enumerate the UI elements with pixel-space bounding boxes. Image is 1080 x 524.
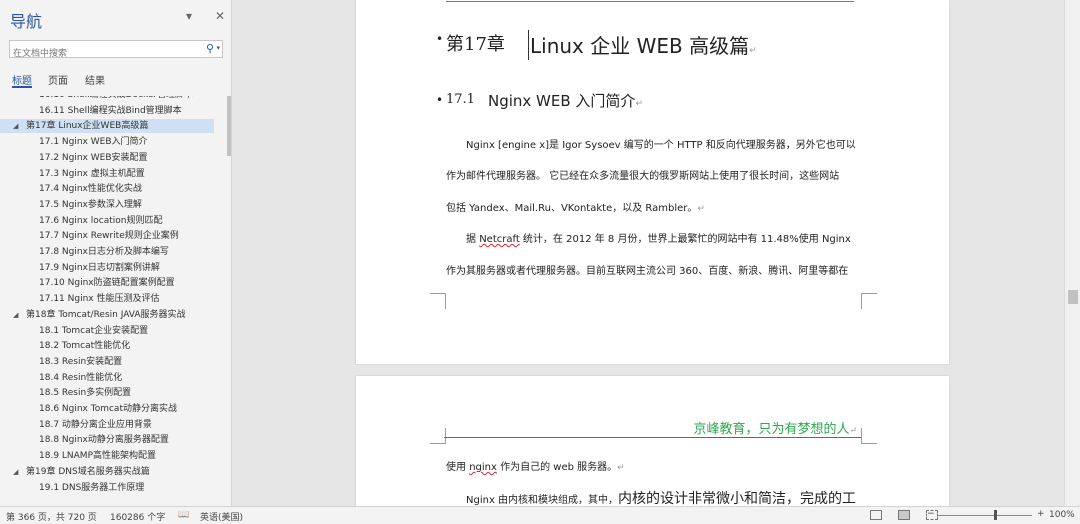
- nav-pane-title: 导航: [10, 12, 43, 31]
- page-count[interactable]: 第 366 页，共 720 页: [6, 510, 97, 523]
- margin-corner-mark: [430, 428, 446, 444]
- collapse-arrow-icon[interactable]: ◢: [13, 308, 18, 322]
- status-bar: 第 366 页，共 720 页 160286 个字 📖 英语(美国) − + 1…: [0, 506, 1080, 524]
- body-paragraph[interactable]: 作为邮件代理服务器。 它已经在众多流量很大的俄罗斯网站上使用了很长时间，这些网站: [446, 167, 861, 182]
- nav-scroll-thumb[interactable]: [227, 96, 231, 156]
- spellcheck-word[interactable]: nginx: [469, 462, 497, 473]
- nav-heading-label: 第18章 Tomcat/Resin JAVA服务器实战: [26, 309, 186, 320]
- search-options-dropdown-icon[interactable]: ▾: [216, 44, 220, 52]
- zoom-slider-thumb[interactable]: [994, 510, 997, 520]
- zoom-level[interactable]: 100%: [1049, 510, 1075, 520]
- page-top-rule: [446, 0, 854, 2]
- margin-corner-mark: [861, 293, 877, 309]
- paragraph-mark: ↵: [617, 463, 625, 473]
- nav-heading-label: 第17章 Linux企业WEB高级篇: [26, 121, 149, 132]
- proofing-icon[interactable]: 📖: [178, 510, 189, 520]
- document-page: 京峰教育，只为有梦想的人↵ 使用 nginx 作为自己的 web 服务器。↵ N…: [356, 376, 949, 506]
- close-pane-icon[interactable]: ✕: [215, 9, 225, 23]
- nav-heading-label: 18.5 Resin多实例配置: [39, 388, 132, 399]
- print-layout-icon[interactable]: [898, 510, 910, 520]
- text-cursor: [528, 30, 529, 60]
- heading-marker: •: [436, 32, 444, 46]
- read-mode-icon[interactable]: [870, 510, 882, 520]
- nav-heading-label: 19.1 DNS服务器工作原理: [39, 482, 145, 493]
- collapse-arrow-icon[interactable]: ◢: [13, 119, 18, 133]
- nav-search-box[interactable]: ⚲ ▾: [9, 40, 223, 62]
- nav-search-input[interactable]: [10, 46, 190, 62]
- nav-heading-label: 17.8 Nginx日志分析及脚本编写: [39, 247, 169, 257]
- paragraph-mark: ↵: [635, 99, 643, 109]
- zoom-out-button[interactable]: −: [927, 509, 935, 519]
- search-icon[interactable]: ⚲: [206, 42, 214, 55]
- nav-heading-label: 18.7 动静分离企业应用背景: [39, 419, 152, 430]
- nav-heading-label: 17.3 Nginx 虚拟主机配置: [39, 168, 145, 179]
- nav-heading-label: 18.9 LNAMP高性能架构配置: [39, 451, 156, 462]
- nav-heading-label: 17.1 Nginx WEB入门简介: [39, 137, 148, 148]
- language-indicator[interactable]: 英语(美国): [200, 510, 243, 523]
- body-paragraph[interactable]: 作为其服务器或者代理服务器。目前互联网主流公司 360、百度、新浪、腾讯、阿里等…: [446, 262, 861, 277]
- nav-heading-label: 18.4 Resin性能优化: [39, 372, 123, 383]
- paragraph-mark: ↵: [749, 46, 757, 56]
- document-area: • 第17章 Linux 企业 WEB 高级篇↵ • 17.1 Nginx WE…: [238, 0, 1064, 506]
- nav-scrollbar[interactable]: [227, 96, 231, 500]
- tab-headings[interactable]: 标题: [12, 72, 32, 88]
- body-paragraph[interactable]: Nginx [engine x]是 Igor Sysoev 编写的一个 HTTP…: [466, 136, 881, 151]
- margin-corner-mark: [861, 428, 877, 444]
- section-title[interactable]: Nginx WEB 入门简介↵: [488, 90, 643, 111]
- nav-heading-label: 17.2 Nginx WEB安装配置: [39, 152, 148, 163]
- section-number: 17.1: [446, 92, 475, 107]
- nav-heading-label: 16.11 Shell编程实战Bind管理脚本: [39, 105, 182, 116]
- nav-heading-label: 18.6 Nginx Tomcat动静分离实战: [39, 404, 177, 414]
- nav-heading-label: 18.8 Nginx动静分离服务器配置: [39, 435, 169, 446]
- nav-heading-label: 第19章 DNS域名服务器实战篇: [26, 466, 150, 477]
- page-header-slogan: 京峰教育，只为有梦想的人↵: [693, 422, 857, 437]
- document-scrollbar[interactable]: [1064, 0, 1080, 506]
- collapse-arrow-icon[interactable]: ◢: [13, 465, 18, 479]
- tab-pages[interactable]: 页面: [48, 72, 68, 87]
- nav-heading-label: 18.2 Tomcat性能优化: [39, 341, 131, 352]
- margin-corner-mark: [430, 293, 446, 309]
- body-paragraph[interactable]: 包括 Yandex、Mail.Ru、VKontakte，以及 Rambler。↵: [446, 199, 861, 214]
- header-rule: [444, 437, 861, 438]
- body-paragraph[interactable]: Nginx 由内核和模块组成，其中，内核的设计非常微小和简洁，完成的工: [466, 488, 881, 506]
- nav-heading-label: 17.10 Nginx防盗链配置案例配置: [39, 278, 175, 289]
- document-page: • 第17章 Linux 企业 WEB 高级篇↵ • 17.1 Nginx WE…: [356, 0, 949, 364]
- spellcheck-word[interactable]: Netcraft: [479, 234, 520, 245]
- chapter-title[interactable]: Linux 企业 WEB 高级篇↵: [530, 30, 757, 59]
- nav-heading-label: 17.5 Nginx参数深入理解: [39, 199, 142, 210]
- nav-heading-label: 17.6 Nginx location规则匹配: [39, 215, 163, 226]
- word-count[interactable]: 160286 个字: [110, 510, 165, 523]
- nav-heading-label: 18.3 Resin安装配置: [39, 356, 123, 367]
- pane-options-dropdown-icon[interactable]: ▾: [186, 9, 192, 23]
- nav-heading-label: 17.7 Nginx Rewrite规则企业案例: [39, 231, 179, 242]
- nav-heading-chapter[interactable]: ◢ 第17章 Linux企业WEB高级篇: [0, 119, 214, 134]
- nav-heading-label: 16.10 Shell编程实战Docker管理脚本: [39, 96, 193, 102]
- navigation-pane: 导航 ▾ ✕ ⚲ ▾ 标题 页面 结果 16.10 Shell编程实战Docke…: [0, 0, 232, 506]
- body-paragraph[interactable]: 据 Netcraft 统计，在 2012 年 8 月份，世界上最繁忙的网站中有 …: [466, 230, 881, 245]
- nav-tabs: 标题 页面 结果: [0, 70, 231, 90]
- zoom-in-button[interactable]: +: [1037, 509, 1045, 519]
- heading-marker: •: [436, 93, 444, 107]
- nav-heading-label: 17.9 Nginx日志切割案例讲解: [39, 262, 160, 273]
- tab-results[interactable]: 结果: [85, 72, 105, 87]
- zoom-slider[interactable]: [938, 515, 1032, 516]
- heading-list: 16.10 Shell编程实战Docker管理脚本 16.11 Shell编程实战…: [0, 96, 231, 500]
- document-scroll-thumb[interactable]: [1068, 290, 1078, 304]
- nav-heading-label: 17.11 Nginx 性能压测及评估: [39, 294, 160, 305]
- nav-heading-label: 18.1 Tomcat企业安装配置: [39, 325, 149, 336]
- body-paragraph[interactable]: 使用 nginx 作为自己的 web 服务器。↵: [446, 458, 861, 473]
- nav-heading-label: 17.4 Nginx性能优化实战: [39, 184, 142, 195]
- chapter-number: 第17章: [446, 34, 505, 55]
- paragraph-mark: ↵: [849, 426, 857, 436]
- paragraph-mark: ↵: [697, 204, 705, 214]
